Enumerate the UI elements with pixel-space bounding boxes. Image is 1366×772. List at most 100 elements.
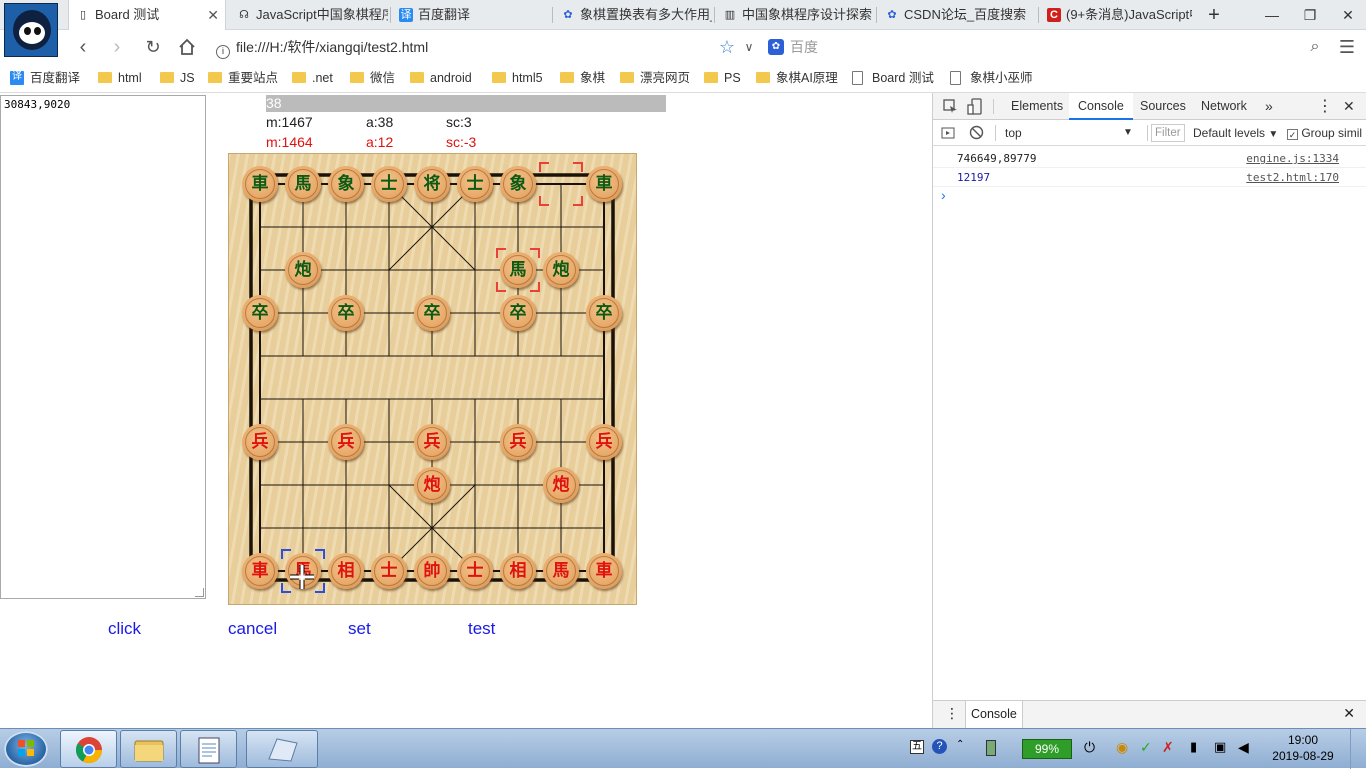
drawer-tab-console[interactable]: Console	[965, 701, 1023, 728]
search-field[interactable]: ✿ 百度	[764, 35, 1324, 59]
console-source-link[interactable]: engine.js:1334	[1246, 149, 1339, 168]
red-piece[interactable]: 兵	[586, 424, 622, 460]
tab-board-test[interactable]: ▯ Board 测试 ✕	[68, 0, 226, 31]
more-tabs-icon[interactable]: »	[1265, 93, 1273, 120]
taskbar-explorer[interactable]	[120, 730, 177, 768]
minimize-button[interactable]: —	[1252, 0, 1292, 30]
black-piece[interactable]: 象	[500, 166, 536, 202]
close-window-button[interactable]: ✕	[1328, 0, 1366, 30]
start-button[interactable]	[4, 731, 48, 767]
show-desktop-button[interactable]	[1350, 729, 1366, 769]
device-toolbar-icon[interactable]	[967, 98, 983, 115]
console-filter-input[interactable]: Filter	[1151, 124, 1185, 142]
tab-elements[interactable]: Elements	[1011, 93, 1063, 120]
test-link[interactable]: test	[468, 619, 495, 639]
black-piece[interactable]: 卒	[586, 295, 622, 331]
power-plug-icon[interactable]: ⏻	[1084, 739, 1095, 756]
red-piece[interactable]: 車	[242, 553, 278, 589]
group-similar-checkbox[interactable]: ✓ Group simil	[1287, 120, 1362, 146]
red-piece[interactable]: 士	[457, 553, 493, 589]
resize-grip-icon[interactable]	[195, 588, 204, 597]
red-piece[interactable]: 相	[500, 553, 536, 589]
red-piece[interactable]: 兵	[242, 424, 278, 460]
bookmark-item[interactable]: Board 测试	[850, 68, 934, 88]
close-devtools-icon[interactable]: ✕	[1343, 93, 1355, 120]
kebab-menu-icon[interactable]: ⋮	[945, 705, 959, 722]
tab-console[interactable]: Console	[1069, 93, 1133, 120]
sidebar-toggle-icon[interactable]	[941, 126, 955, 140]
help-icon[interactable]: ?	[932, 739, 947, 754]
url-field[interactable]: i file:///H:/软件/xiangqi/test2.html	[210, 35, 756, 59]
kebab-menu-icon[interactable]: ⋮	[1317, 93, 1333, 120]
red-piece[interactable]: 兵	[328, 424, 364, 460]
back-button[interactable]: ‹	[70, 35, 96, 59]
ime-options-icon[interactable]: ⌃	[956, 739, 964, 750]
output-textarea[interactable]: 30843,9020	[0, 95, 206, 599]
tab-xiangqi-table[interactable]: ✿ 象棋置换表有多大作用_	[554, 0, 712, 30]
close-tab-icon[interactable]: ✕	[207, 0, 219, 30]
search-icon[interactable]: ⌕	[1302, 35, 1328, 59]
reload-button[interactable]: ↻	[140, 35, 166, 59]
tab-sources[interactable]: Sources	[1140, 93, 1186, 120]
device-icon[interactable]: ▣	[1214, 739, 1226, 755]
system-clock[interactable]: 19:00 2019-08-29	[1268, 732, 1338, 764]
network-error-icon[interactable]: ✗	[1162, 739, 1174, 756]
bookmark-folder[interactable]: android	[408, 68, 472, 88]
profile-avatar[interactable]	[4, 3, 58, 57]
black-piece[interactable]: 卒	[500, 295, 536, 331]
context-select[interactable]: top ▼	[1005, 120, 1133, 146]
tab-baidu-translate[interactable]: 译 百度翻译	[392, 0, 550, 30]
tab-csdn-search[interactable]: ✿ CSDN论坛_百度搜索	[878, 0, 1036, 30]
black-piece[interactable]: 車	[586, 166, 622, 202]
inspect-element-icon[interactable]	[943, 99, 958, 114]
red-piece[interactable]: 兵	[500, 424, 536, 460]
black-piece[interactable]: 卒	[242, 295, 278, 331]
bookmark-folder[interactable]: html	[96, 68, 142, 88]
red-piece[interactable]: 車	[586, 553, 622, 589]
maximize-button[interactable]: ❐	[1290, 0, 1330, 30]
menu-icon[interactable]: ☰	[1334, 35, 1360, 59]
red-piece[interactable]: 馬	[543, 553, 579, 589]
xiangqi-board[interactable]: 車馬象士将士象車炮馬炮卒卒卒卒卒兵兵兵兵兵炮炮車馬相士帥士相馬車	[228, 153, 637, 605]
signal-bars-icon[interactable]: ▮	[1190, 739, 1197, 755]
bookmark-folder[interactable]: 漂亮网页	[618, 68, 690, 88]
taskbar-app[interactable]	[246, 730, 318, 768]
black-piece[interactable]: 馬	[285, 166, 321, 202]
red-piece[interactable]: 炮	[543, 467, 579, 503]
bookmark-folder[interactable]: PS	[702, 68, 741, 88]
tab-javascript[interactable]: ☊ JavaScript中国象棋程序	[230, 0, 388, 30]
ime-indicator[interactable]: 五	[910, 740, 924, 754]
taskbar-notepad[interactable]	[180, 730, 237, 768]
bookmark-folder[interactable]: html5	[490, 68, 543, 88]
shield-check-icon[interactable]: ✓	[1140, 739, 1152, 756]
black-piece[interactable]: 将	[414, 166, 450, 202]
bookmark-item[interactable]: 象棋小巫师	[948, 68, 1033, 88]
tab-xiangqi-design[interactable]: ▥ 中国象棋程序设计探索	[716, 0, 874, 30]
red-piece[interactable]: 帥	[414, 553, 450, 589]
black-piece[interactable]: 車	[242, 166, 278, 202]
close-drawer-icon[interactable]: ✕	[1343, 705, 1355, 722]
taskbar-chrome[interactable]	[60, 730, 117, 768]
console-source-link[interactable]: test2.html:170	[1246, 168, 1339, 187]
red-piece[interactable]: 兵	[414, 424, 450, 460]
security-icon[interactable]: ◉	[1116, 739, 1128, 756]
volume-icon[interactable]: ◀	[1238, 739, 1249, 756]
set-link[interactable]: set	[348, 619, 371, 639]
usb-drive-icon[interactable]	[986, 740, 996, 756]
black-piece[interactable]: 炮	[285, 252, 321, 288]
black-piece[interactable]: 炮	[543, 252, 579, 288]
red-piece[interactable]: 炮	[414, 467, 450, 503]
black-piece[interactable]: 象	[328, 166, 364, 202]
battery-indicator[interactable]: 99%	[1022, 739, 1072, 759]
home-button[interactable]	[174, 35, 200, 59]
bookmark-folder[interactable]: 微信	[348, 68, 395, 88]
bookmark-folder[interactable]: 象棋AI原理	[754, 68, 838, 88]
bookmark-folder[interactable]: 象棋	[558, 68, 605, 88]
forward-button[interactable]: ›	[104, 35, 130, 59]
tab-network[interactable]: Network	[1201, 93, 1247, 120]
bookmark-folder[interactable]: .net	[290, 68, 333, 88]
new-tab-button[interactable]: +	[1194, 0, 1234, 30]
black-piece[interactable]: 士	[457, 166, 493, 202]
red-piece[interactable]: 相	[328, 553, 364, 589]
click-link[interactable]: click	[108, 619, 141, 639]
